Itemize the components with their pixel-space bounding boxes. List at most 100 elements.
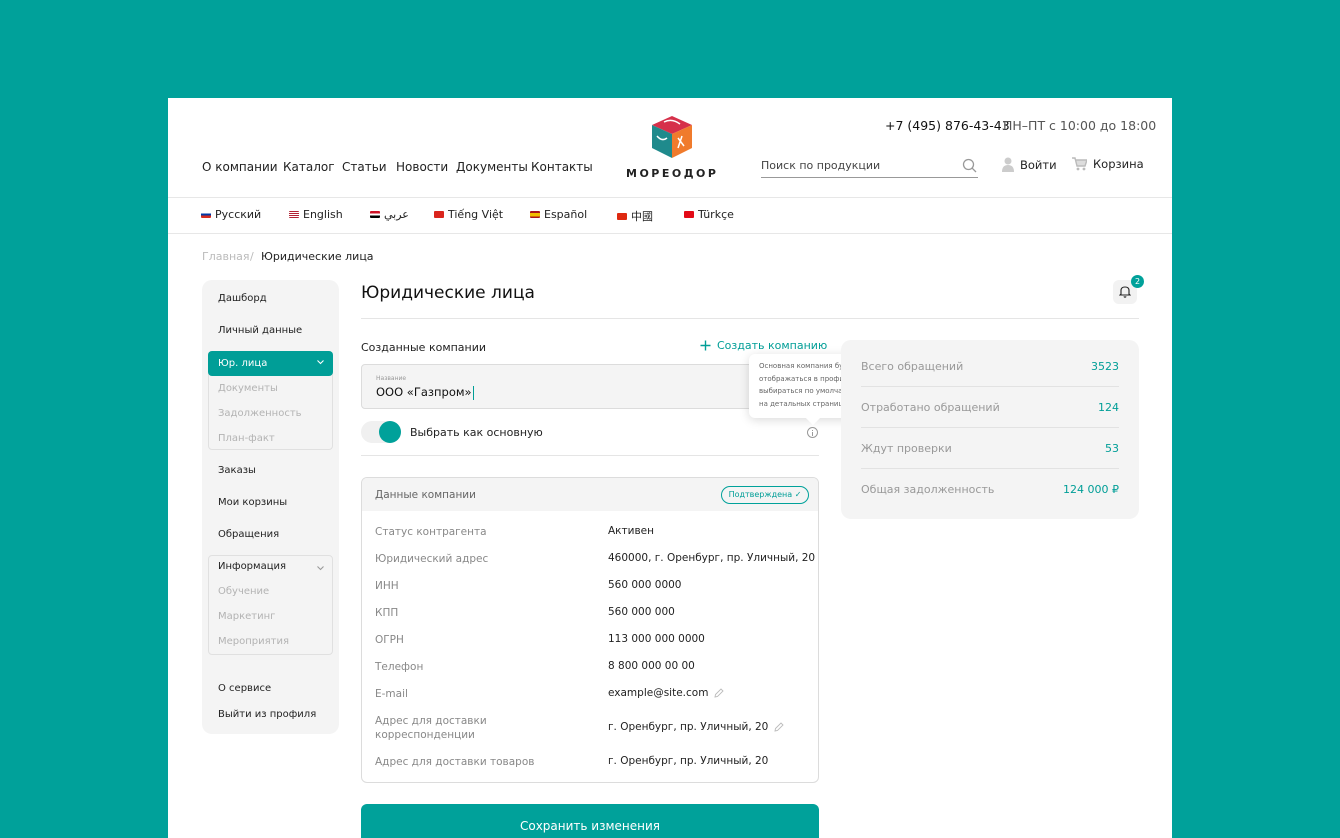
sidebar-item-logout[interactable]: Выйти из профиля (218, 709, 316, 720)
row-key: Юридический адрес (375, 553, 489, 565)
stat-value: 53 (1105, 442, 1119, 455)
sidebar-item-orders[interactable]: Заказы (218, 465, 256, 476)
nav-news[interactable]: Новости (396, 160, 448, 174)
sidebar-sub-training[interactable]: Обучение (218, 586, 269, 597)
lang-spanish[interactable]: Español (530, 208, 587, 221)
stat-label: Общая задолженность (861, 483, 995, 496)
search-icon[interactable] (962, 158, 977, 173)
flag-vn-icon (434, 211, 444, 218)
lang-label: Español (544, 208, 588, 221)
sidebar-item-personal[interactable]: Личный данные (218, 325, 302, 336)
text-cursor (472, 385, 474, 400)
stat-row: Ждут проверки 53 (861, 428, 1119, 469)
stat-label: Всего обращений (861, 360, 964, 373)
bell-icon (1119, 286, 1131, 298)
lang-arabic[interactable]: عربي (370, 208, 409, 221)
cart-label: Корзина (1093, 157, 1144, 171)
breadcrumb-current: Юридические лица (261, 250, 374, 263)
flag-eg-icon (370, 211, 380, 218)
sidebar-sub-plan-fact[interactable]: План-факт (218, 433, 275, 444)
lang-label: Русский (215, 208, 262, 221)
sidebar-item-label: Юр. лица (218, 358, 268, 369)
created-companies-label: Созданные компании (361, 341, 487, 354)
row-key: Статус контрагента (375, 526, 487, 538)
title-divider (361, 318, 1139, 319)
sidebar-item-about[interactable]: О сервисе (218, 683, 271, 694)
panel-title: Данные компании (375, 489, 476, 501)
chevron-down-icon[interactable] (317, 566, 324, 571)
stats-panel: Всего обращений 3523 Отработано обращений… (841, 340, 1139, 519)
sidebar-item-carts[interactable]: Мои корзины (218, 497, 287, 508)
sidebar-item-dashboard[interactable]: Дашборд (218, 293, 267, 304)
flag-cn-icon (617, 212, 627, 220)
sidebar-item-info[interactable]: Информация (218, 561, 286, 572)
row-value: example@site.com (608, 687, 725, 699)
flag-us-icon (289, 211, 299, 218)
create-company-label: Создать компанию (717, 339, 828, 352)
main-company-toggle[interactable] (361, 421, 401, 443)
nav-about[interactable]: О компании (202, 160, 278, 174)
row-value: 460000, г. Оренбург, пр. Уличный, 20 (608, 552, 816, 564)
sidebar-sub-documents[interactable]: Документы (218, 383, 278, 394)
search-box (761, 154, 978, 178)
nav-contacts[interactable]: Контакты (531, 160, 593, 174)
save-button[interactable]: Сохранить изменения (361, 804, 819, 838)
nav-documents[interactable]: Документы (456, 160, 528, 174)
language-bar: Русский English عربي Tiếng Việt Español … (168, 197, 1172, 234)
sidebar-sub-debt[interactable]: Задолженность (218, 408, 302, 419)
stat-row: Отработано обращений 124 (861, 387, 1119, 428)
company-name-label: Название (376, 375, 407, 382)
phone-number[interactable]: +7 (495) 876-43-43 (885, 118, 1010, 133)
flag-tr-icon (684, 211, 694, 218)
row-value: 560 000 0000 (608, 579, 682, 591)
stat-label: Ждут проверки (861, 442, 952, 455)
row-key: ИНН (375, 580, 399, 592)
stat-row: Всего обращений 3523 (861, 346, 1119, 387)
breadcrumb-home[interactable]: Главная (202, 250, 250, 263)
tooltip-arrow (805, 410, 821, 426)
row-key: КПП (375, 607, 399, 619)
row-value: 113 000 000 0000 (608, 633, 705, 645)
lang-russian[interactable]: Русский (201, 208, 261, 221)
flag-es-icon (530, 211, 540, 218)
sidebar-sub-events[interactable]: Мероприятия (218, 636, 289, 647)
search-input[interactable] (761, 154, 951, 177)
lang-label: Tiếng Việt (448, 208, 504, 221)
info-icon[interactable] (807, 427, 818, 438)
user-icon (1002, 157, 1014, 172)
logo-cube-icon (652, 116, 692, 158)
stat-label: Отработано обращений (861, 401, 1000, 414)
sidebar-item-requests[interactable]: Обращения (218, 529, 279, 540)
edit-pencil-icon[interactable] (714, 688, 725, 698)
create-company-button[interactable]: Создать компанию (700, 339, 827, 352)
sidebar-sub-marketing[interactable]: Маркетинг (218, 611, 275, 622)
cart-link[interactable]: Корзина (1072, 157, 1144, 171)
row-value: 8 800 000 00 00 (608, 660, 695, 672)
logo[interactable]: МОРЕОДОР (626, 114, 718, 186)
nav-catalog[interactable]: Каталог (283, 160, 335, 174)
lang-vietnamese[interactable]: Tiếng Việt (434, 208, 503, 221)
edit-pencil-icon[interactable] (774, 722, 784, 732)
page-title: Юридические лица (361, 283, 535, 303)
plus-icon (700, 340, 711, 351)
main-company-toggle-label: Выбрать как основную (410, 426, 543, 439)
page-card: О компании Каталог Статьи Новости Докуме… (168, 98, 1172, 838)
status-badge-label: Подтверждена (728, 490, 793, 499)
nav-articles[interactable]: Статьи (342, 160, 387, 174)
login-label: Войти (1020, 157, 1057, 172)
row-key: Телефон (375, 661, 424, 673)
lang-english[interactable]: English (289, 208, 343, 221)
logo-text: МОРЕОДОР (626, 167, 719, 180)
lang-chinese[interactable]: 中國 (617, 208, 653, 224)
stat-row: Общая задолженность 124 000 ₽ (861, 469, 1119, 510)
lang-label: Türkçe (698, 208, 734, 221)
login-link[interactable]: Войти (1002, 157, 1057, 172)
lang-turkish[interactable]: Türkçe (684, 208, 734, 221)
row-key: E-mail (375, 688, 408, 700)
lang-label: عربي (384, 208, 409, 221)
check-icon: ✓ (794, 490, 802, 499)
sidebar-item-legal[interactable]: Юр. лица (208, 351, 333, 376)
cart-icon (1072, 157, 1087, 171)
sidebar: Дашборд Личный данные Юр. лица Документы… (202, 280, 339, 734)
status-badge: Подтверждена ✓ (721, 486, 809, 504)
